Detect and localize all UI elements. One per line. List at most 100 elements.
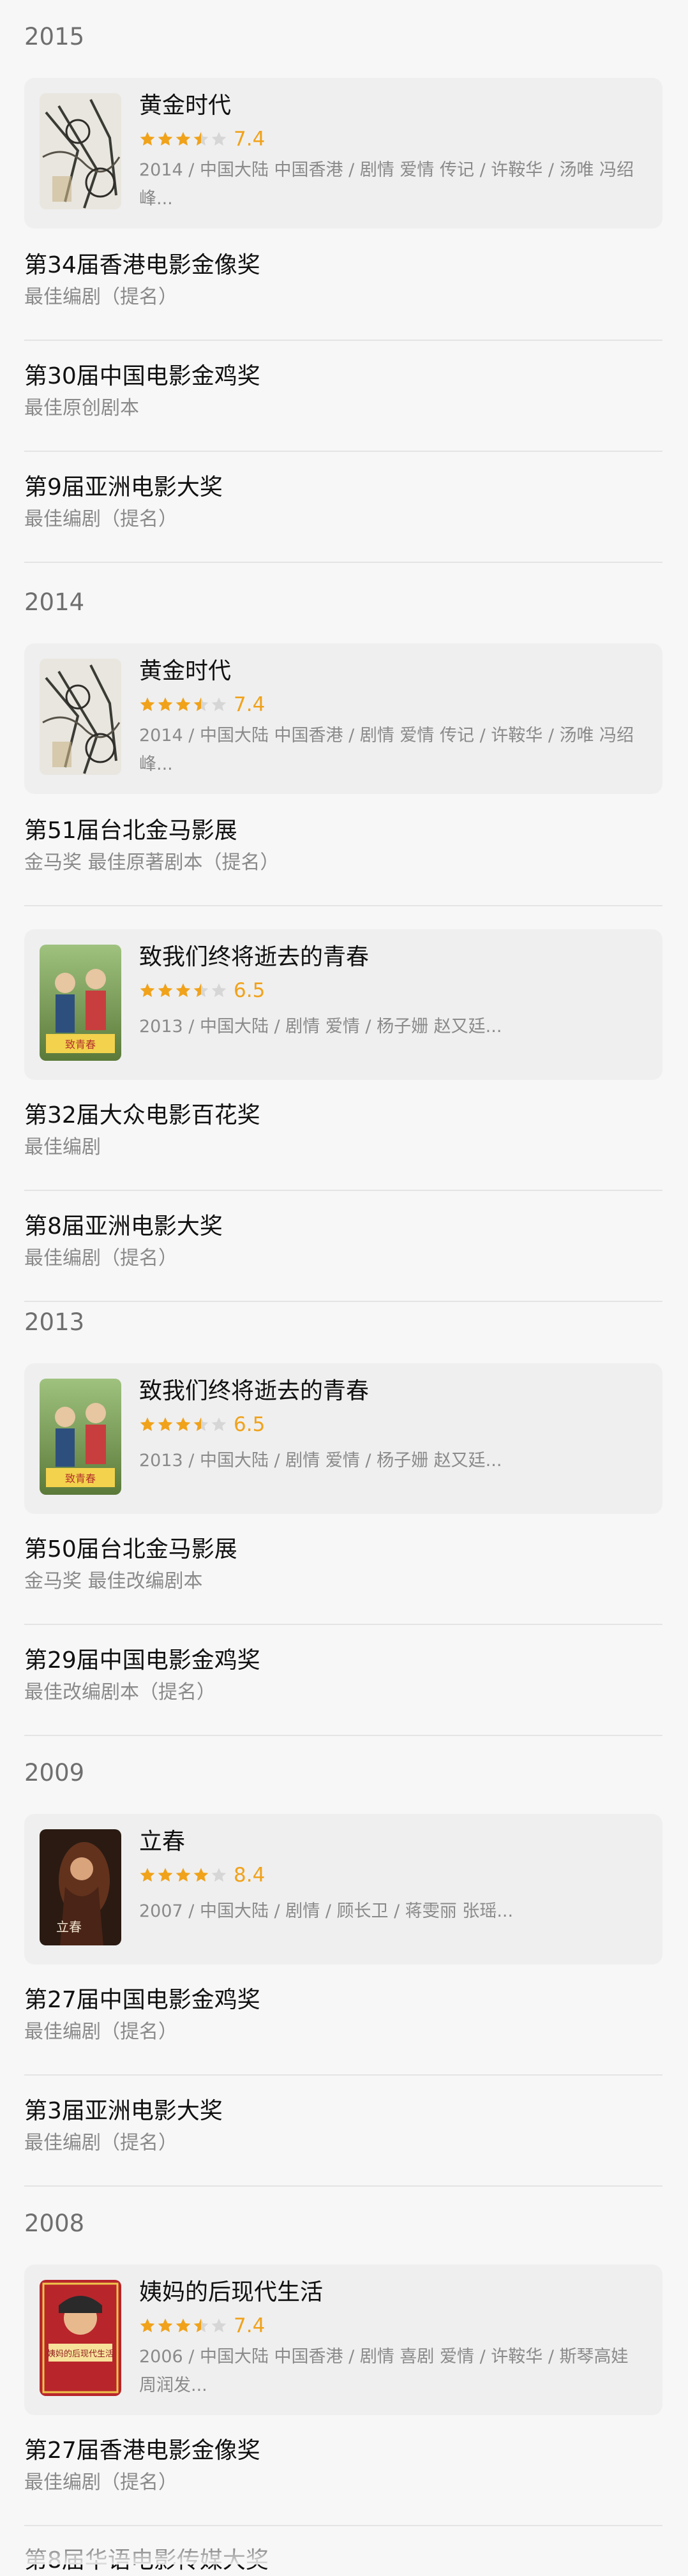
award-item[interactable]: 第32届大众电影百花奖 最佳编剧 — [24, 1100, 662, 1162]
year-heading: 2013 — [24, 1308, 85, 1336]
award-item[interactable]: 第34届香港电影金像奖 最佳编剧（提名） — [24, 250, 662, 311]
star-icon — [193, 697, 209, 712]
film-title[interactable]: 黄金时代 — [139, 657, 231, 685]
film-title[interactable]: 黄金时代 — [139, 92, 231, 120]
award-name: 第9届亚洲电影大奖 — [24, 474, 223, 500]
star-rating — [139, 2318, 227, 2334]
film-card[interactable]: 致青春 致我们终将逝去的青春 6.5 2013 / 中国大陆 / 剧情 爱情 /… — [24, 1363, 662, 1514]
film-meta: 2006 / 中国大陆 中国香港 / 剧情 喜剧 爱情 / 许鞍华 / 斯琴高娃… — [139, 2347, 629, 2395]
star-icon — [158, 131, 173, 146]
award-category: 最佳编剧（提名） — [24, 286, 177, 308]
award-name: 第32届大众电影百花奖 — [24, 1102, 260, 1128]
award-category: 最佳编剧（提名） — [24, 2471, 177, 2494]
svg-text:立春: 立春 — [56, 1919, 82, 1935]
star-icon — [140, 1417, 155, 1432]
star-rating — [139, 696, 227, 713]
rating: 7.4 — [139, 126, 265, 152]
star-icon — [140, 131, 155, 146]
rating-score: 7.4 — [234, 2314, 265, 2337]
film-card[interactable]: 黄金时代 7.4 2014 / 中国大陆 中国香港 / 剧情 爱情 传记 / 许… — [24, 643, 662, 794]
award-item[interactable]: 第51届台北金马影展 金马奖 最佳原著剧本（提名） — [24, 816, 662, 877]
star-icon — [176, 1868, 191, 1882]
award-category: 最佳改编剧本（提名） — [24, 1681, 216, 1704]
film-title[interactable]: 立春 — [139, 1828, 185, 1856]
divider — [24, 1735, 662, 1736]
film-card[interactable]: 立春 立春 8.4 2007 / 中国大陆 / 剧情 / 顾长卫 / 蒋雯丽 张… — [24, 1814, 662, 1965]
award-item[interactable]: 第27届中国电影金鸡奖 最佳编剧（提名） — [24, 1985, 662, 2046]
star-rating — [139, 982, 227, 999]
film-title[interactable]: 姨妈的后现代生活 — [139, 2279, 323, 2307]
star-icon — [176, 983, 191, 998]
star-rating — [139, 1867, 227, 1883]
star-icon — [140, 697, 155, 712]
poster-golden-era-icon[interactable] — [40, 93, 121, 209]
divider — [24, 1190, 662, 1191]
divider — [24, 451, 662, 452]
star-icon — [176, 1417, 191, 1432]
award-category: 最佳编剧（提名） — [24, 2132, 177, 2154]
divider — [24, 2525, 662, 2526]
awards-page: 2015 黄金时代 7.4 2014 / 中国大陆 中国香港 / 剧情 爱情 传… — [0, 0, 688, 2573]
rating-score: 7.4 — [234, 128, 265, 151]
award-item[interactable]: 第3届亚洲电影大奖 最佳编剧（提名） — [24, 2096, 662, 2157]
film-title[interactable]: 致我们终将逝去的青春 — [139, 1377, 369, 1405]
rating: 6.5 — [139, 978, 265, 1003]
rating: 8.4 — [139, 1862, 265, 1888]
star-rating — [139, 1416, 227, 1433]
award-item[interactable]: 第8届亚洲电影大奖 最佳编剧（提名） — [24, 1211, 662, 1273]
poster-golden-era-icon[interactable] — [40, 659, 121, 775]
year-heading: 2014 — [24, 588, 85, 616]
star-rating — [139, 131, 227, 147]
award-item[interactable]: 第29届中国电影金鸡奖 最佳改编剧本（提名） — [24, 1645, 662, 1707]
film-card[interactable]: 致青春 致我们终将逝去的青春 6.5 2013 / 中国大陆 / 剧情 爱情 /… — [24, 929, 662, 1080]
star-icon — [158, 983, 173, 998]
divider — [24, 2185, 662, 2187]
film-card[interactable]: 黄金时代 7.4 2014 / 中国大陆 中国香港 / 剧情 爱情 传记 / 许… — [24, 78, 662, 228]
award-category: 最佳编剧 — [24, 1136, 101, 1158]
star-icon — [193, 1417, 209, 1432]
award-category: 金马奖 最佳原著剧本（提名） — [24, 851, 280, 874]
film-card[interactable]: 姨妈的后现代生活 姨妈的后现代生活 7.4 2006 / 中国大陆 中国香港 /… — [24, 2265, 662, 2415]
year-heading: 2008 — [24, 2210, 85, 2237]
star-icon — [158, 2318, 173, 2333]
award-category: 最佳原创剧本 — [24, 397, 139, 419]
star-icon — [140, 2318, 155, 2333]
award-name: 第50届台北金马影展 — [24, 1536, 237, 1562]
star-icon — [211, 2318, 227, 2333]
divider — [24, 905, 662, 906]
award-name: 第29届中国电影金鸡奖 — [24, 1647, 260, 1674]
star-icon — [193, 2318, 209, 2333]
star-icon — [211, 983, 227, 998]
film-meta: 2014 / 中国大陆 中国香港 / 剧情 爱情 传记 / 许鞍华 / 汤唯 冯… — [139, 726, 634, 774]
poster-postmodern-life-icon[interactable]: 姨妈的后现代生活 — [40, 2280, 121, 2396]
award-item[interactable]: 第50届台北金马影展 金马奖 最佳改编剧本 — [24, 1534, 662, 1596]
star-icon — [140, 1868, 155, 1882]
divider — [24, 1301, 662, 1302]
svg-text:致青春: 致青春 — [65, 1038, 96, 1051]
star-icon — [176, 2318, 191, 2333]
divider — [24, 562, 662, 563]
rating: 6.5 — [139, 1412, 265, 1437]
award-item[interactable]: 第9届亚洲电影大奖 最佳编剧（提名） — [24, 472, 662, 534]
film-meta: 2007 / 中国大陆 / 剧情 / 顾长卫 / 蒋雯丽 张瑶... — [139, 1901, 514, 1921]
award-name: 第34届香港电影金像奖 — [24, 252, 260, 278]
star-icon — [193, 1868, 209, 1882]
year-heading: 2009 — [24, 1759, 85, 1786]
award-item[interactable]: 第27届香港电影金像奖 最佳编剧（提名） — [24, 2436, 662, 2497]
award-name: 第3届亚洲电影大奖 — [24, 2098, 223, 2124]
film-meta: 2013 / 中国大陆 / 剧情 爱情 / 杨子姗 赵又廷... — [139, 1451, 502, 1471]
star-icon — [158, 1868, 173, 1882]
film-meta: 2014 / 中国大陆 中国香港 / 剧情 爱情 传记 / 许鞍华 / 汤唯 冯… — [139, 160, 634, 209]
svg-text:姨妈的后现代生活: 姨妈的后现代生活 — [47, 2349, 114, 2359]
award-item[interactable]: 第30届中国电影金鸡奖 最佳原创剧本 — [24, 361, 662, 423]
divider — [24, 1624, 662, 1625]
scroll-fade — [0, 2527, 688, 2565]
poster-and-the-spring-comes-icon[interactable]: 立春 — [40, 1829, 121, 1945]
divider — [24, 2074, 662, 2076]
poster-so-young-icon[interactable]: 致青春 — [40, 945, 121, 1061]
award-name: 第51届台北金马影展 — [24, 818, 237, 844]
poster-so-young-icon[interactable]: 致青春 — [40, 1379, 121, 1495]
film-title[interactable]: 致我们终将逝去的青春 — [139, 943, 369, 971]
star-icon — [140, 983, 155, 998]
rating-score: 7.4 — [234, 693, 265, 716]
